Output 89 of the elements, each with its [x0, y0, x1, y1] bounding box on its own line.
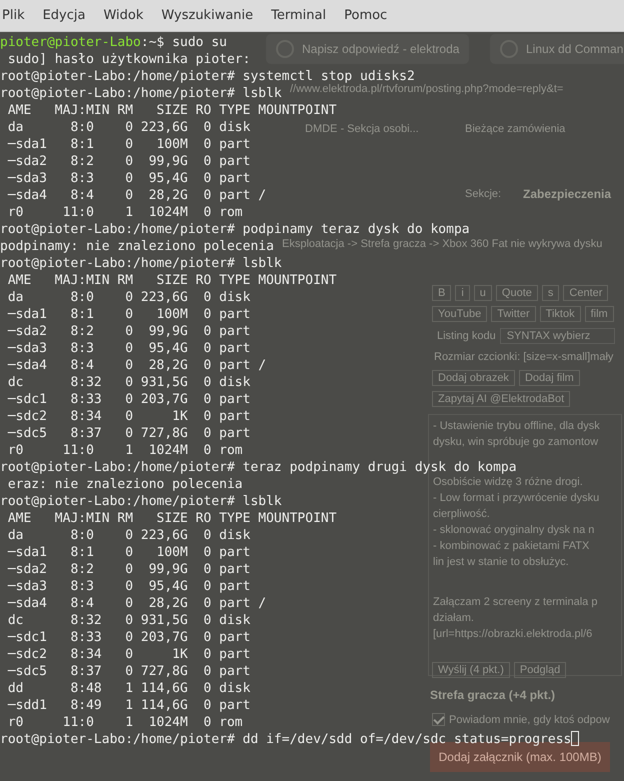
- menu-item[interactable]: Wyszukiwanie: [161, 8, 262, 23]
- section-heading: Zabezpieczenia: [523, 187, 612, 201]
- output-line: ─sda3 8:3 0 95,4G 0 part: [6, 579, 250, 594]
- menu-item[interactable]: Terminal: [271, 8, 334, 23]
- editor-button[interactable]: YouTube: [432, 306, 488, 322]
- section-heading: Strefa gracza (+4 pkt.): [430, 688, 556, 702]
- menu-item[interactable]: Edycja: [42, 8, 94, 23]
- command-line: root@pioter-Labo:/home/pioter# lsblk: [0, 86, 282, 101]
- message-text: - Ustawienie trybu offline, dla dysk: [433, 419, 601, 434]
- browser-tab[interactable]: Linux dd Comman: [490, 34, 624, 64]
- editor-button[interactable]: Dodaj film: [518, 370, 580, 386]
- checkbox-label: Powiadom mnie, gdy ktoś odpow: [449, 714, 610, 726]
- prompt-path: :~$: [140, 35, 164, 50]
- output-line: AME MAJ:MIN RM SIZE RO TYPE MOUNTPOINT: [6, 511, 337, 526]
- output-line: AME MAJ:MIN RM SIZE RO TYPE MOUNTPOINT: [6, 273, 337, 288]
- output-line: ─sdc1 8:33 0 203,7G 0 part: [6, 630, 250, 645]
- command-line: root@pioter-Labo:/home/pioter# systemctl stop udisks2: [0, 69, 415, 84]
- output-line: ─sda4 8:4 0 28,2G 0 part /: [6, 188, 266, 203]
- output-line: ─sda1 8:1 0 100M 0 part: [6, 545, 250, 560]
- message-text: Załączam 2 screeny z terminala p: [433, 595, 598, 610]
- editor-button[interactable]: Podgląd: [514, 662, 566, 678]
- message-text: lin jest w stanie to obsłużyc.: [433, 555, 570, 570]
- output-line: ─sda2 8:2 0 99,9G 0 part: [6, 324, 250, 339]
- bookmark-link[interactable]: Bieżące zamówienia: [465, 123, 566, 135]
- command-line: root@pioter-Labo:/home/pioter# teraz podpinamy drugi dysk do kompa: [0, 460, 517, 475]
- output-line: AME MAJ:MIN RM SIZE RO TYPE MOUNTPOINT: [6, 103, 337, 118]
- output-line: eraz: nie znaleziono polecenia: [6, 477, 243, 492]
- message-text: Osobiście widzę 3 różne drogi.: [433, 475, 584, 490]
- output-line: ─sdc2 8:34 0 1K 0 part: [6, 409, 250, 424]
- output-line: da 8:0 0 223,6G 0 disk: [6, 290, 250, 305]
- editor-button[interactable]: i: [455, 285, 470, 301]
- page-text: Sekcje:: [465, 188, 502, 200]
- output-line: ─sda4 8:4 0 28,2G 0 part /: [6, 596, 266, 611]
- editor-button[interactable]: Twitter: [491, 306, 536, 322]
- editor-button[interactable]: B: [432, 285, 452, 301]
- output-line: podpinamy: nie znaleziono polecenia: [0, 239, 274, 254]
- output-line: ─sda3 8:3 0 95,4G 0 part: [6, 341, 250, 356]
- command-line: root@pioter-Labo:/home/pioter# lsblk: [0, 494, 282, 509]
- output-line: ─sda1 8:1 0 100M 0 part: [6, 307, 250, 322]
- menu-item[interactable]: Pomoc: [344, 8, 396, 23]
- editor-button[interactable]: Dodaj obrazek: [432, 370, 515, 386]
- message-text: [url=https://obrazki.elektroda.pl/6: [433, 627, 594, 642]
- editor-button[interactable]: Tiktok: [540, 306, 581, 322]
- message-text: - sklonować oryginalny dysk na n: [433, 523, 596, 538]
- output-line: ─sdc2 8:34 0 1K 0 part: [6, 647, 250, 662]
- message-text: działam.: [433, 611, 475, 626]
- page-text: Eksploatacja -> Strefa gracza -> Xbox 360 Fat nie wykrywa dysku: [282, 238, 602, 250]
- editor-button[interactable]: s: [542, 285, 560, 301]
- editor-button[interactable]: Zapytaj AI @ElektrodaBot: [432, 391, 570, 407]
- menu-item[interactable]: Widok: [103, 8, 152, 23]
- output-line: dd 8:48 1 114,6G 0 disk: [6, 681, 250, 696]
- output-line: ─sda1 8:1 0 100M 0 part: [6, 137, 250, 152]
- output-line: r0 11:0 1 1024M 0 rom: [6, 715, 243, 730]
- command-line: root@pioter-Labo:/home/pioter# podpinamy teraz dysk do kompa: [0, 222, 470, 237]
- output-line: da 8:0 0 223,6G 0 disk: [6, 120, 250, 135]
- syntax-select[interactable]: SYNTAX wybierz: [500, 328, 616, 344]
- output-line: sudo] hasło użytkownika pioter:: [6, 52, 250, 67]
- checkbox[interactable]: [432, 713, 445, 726]
- message-text: - Low format i przywrócenie dysku: [433, 491, 600, 506]
- editor-button[interactable]: film: [584, 306, 614, 322]
- menu-item[interactable]: Plik: [2, 8, 33, 23]
- editor-button[interactable]: Center: [563, 285, 608, 301]
- command-text: sudo su: [172, 35, 227, 50]
- page-text: Rozmiar czcionki: [size=x-small]mały: [434, 351, 614, 363]
- output-line: ─sdc1 8:33 0 203,7G 0 part: [6, 392, 250, 407]
- field-label: Listing kodu: [437, 330, 496, 342]
- message-text: dysku, win spróbuje go zamontow: [433, 435, 600, 450]
- message-text: - kombinować z pakietami FATX: [433, 539, 590, 554]
- output-line: ─sda2 8:2 0 99,9G 0 part: [6, 562, 250, 577]
- output-line: r0 11:0 1 1024M 0 rom: [6, 443, 243, 458]
- output-line: r0 11:0 1 1024M 0 rom: [6, 205, 243, 220]
- output-line: ─sdc5 8:37 0 727,8G 0 part: [6, 426, 250, 441]
- address-text[interactable]: //www.elektroda.pl/rtvforum/posting.php?mode=reply&t=: [290, 83, 564, 95]
- browser-tab[interactable]: Napisz odpowiedź - elektroda: [266, 34, 470, 64]
- bookmark-link[interactable]: DMDE - Sekcja osobi...: [305, 123, 419, 135]
- editor-button[interactable]: u: [474, 285, 492, 301]
- output-line: ─sdd1 8:49 1 114,6G 0 part: [6, 698, 250, 713]
- output-line: ─sda2 8:2 0 99,9G 0 part: [6, 154, 250, 169]
- output-line: dc 8:32 0 931,5G 0 disk: [6, 613, 250, 628]
- output-line: ─sdc5 8:37 0 727,8G 0 part: [6, 664, 250, 679]
- message-text: cierpliwość.: [433, 507, 491, 522]
- editor-button[interactable]: Quote: [496, 285, 538, 301]
- editor-button[interactable]: Wyślij (4 pkt.): [432, 662, 510, 678]
- command-line: root@pioter-Labo:/home/pioter# lsblk: [0, 256, 282, 271]
- output-line: ─sda3 8:3 0 95,4G 0 part: [6, 171, 250, 186]
- output-line: dc 8:32 0 931,5G 0 disk: [6, 375, 250, 390]
- output-line: da 8:0 0 223,6G 0 disk: [6, 528, 250, 543]
- output-line: ─sda4 8:4 0 28,2G 0 part /: [6, 358, 266, 373]
- prompt-user-host: pioter@pioter-Labo: [0, 35, 141, 50]
